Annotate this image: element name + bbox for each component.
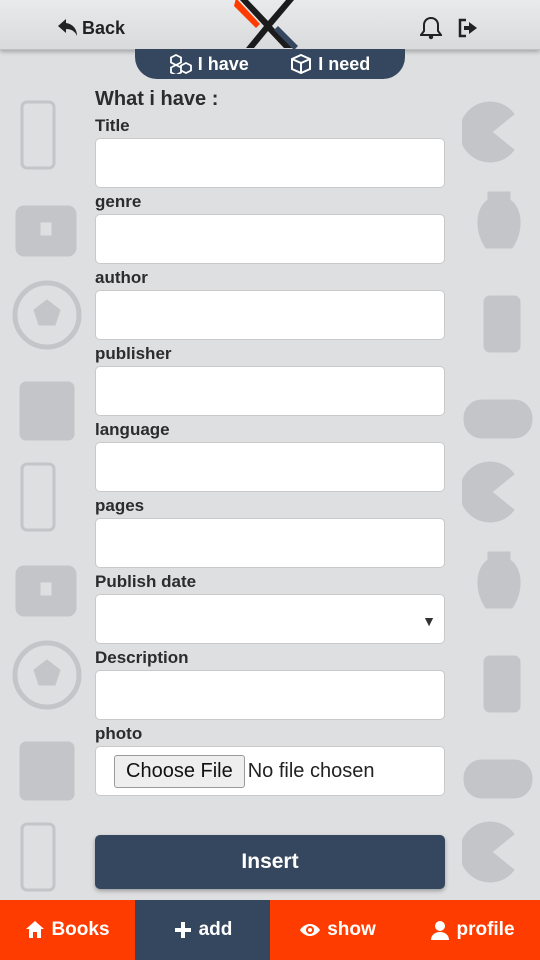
phone-icon bbox=[20, 100, 56, 170]
genre-field[interactable] bbox=[95, 214, 445, 264]
publish-date-label: Publish date bbox=[95, 572, 197, 591]
pacman-icon bbox=[462, 821, 515, 883]
pacman-icon bbox=[462, 101, 515, 163]
phone-icon bbox=[20, 822, 56, 892]
bell-icon[interactable] bbox=[420, 16, 442, 40]
publisher-label: publisher bbox=[95, 344, 172, 363]
genre-input[interactable] bbox=[96, 215, 444, 263]
home-icon bbox=[26, 921, 45, 938]
publisher-field[interactable] bbox=[95, 366, 445, 416]
photo-file-input[interactable]: Choose File No file chosen bbox=[95, 746, 445, 796]
description-input[interactable] bbox=[96, 671, 444, 719]
publisher-input[interactable] bbox=[96, 367, 444, 415]
bottom-nav: Books add show profile bbox=[0, 900, 540, 960]
chest-icon bbox=[15, 565, 77, 617]
author-input[interactable] bbox=[96, 291, 444, 339]
publish-date-select[interactable]: ▼ bbox=[95, 594, 445, 644]
nav-profile-label: profile bbox=[456, 919, 515, 940]
chest-icon bbox=[15, 205, 77, 257]
vase-icon bbox=[477, 551, 521, 609]
language-label: language bbox=[95, 420, 170, 439]
nav-show-label: show bbox=[327, 919, 376, 940]
insert-button[interactable]: Insert bbox=[95, 835, 445, 889]
author-label: author bbox=[95, 268, 148, 287]
description-label: Description bbox=[95, 648, 189, 667]
tab-i-need[interactable]: I need bbox=[290, 54, 370, 75]
tab-i-have-label: I have bbox=[197, 53, 249, 74]
back-button[interactable]: Back bbox=[58, 16, 125, 40]
nav-show[interactable]: show bbox=[270, 900, 405, 960]
genre-label: genre bbox=[95, 192, 142, 211]
pages-input[interactable] bbox=[96, 519, 444, 567]
logo-icon bbox=[234, 0, 298, 50]
have-need-toggle: I have I need bbox=[135, 49, 405, 79]
author-field[interactable] bbox=[95, 290, 445, 340]
tab-i-have[interactable]: I have bbox=[169, 53, 249, 75]
title-label: Title bbox=[95, 116, 130, 135]
plus-icon bbox=[174, 922, 191, 938]
nav-profile[interactable]: profile bbox=[405, 900, 540, 960]
mobile-icon bbox=[483, 655, 521, 713]
back-arrow-icon bbox=[58, 19, 77, 36]
nav-books-label: Books bbox=[51, 919, 110, 940]
nav-books[interactable]: Books bbox=[0, 900, 135, 960]
cube-icon bbox=[291, 54, 312, 74]
description-field[interactable] bbox=[95, 670, 445, 720]
choose-file-button[interactable]: Choose File bbox=[114, 754, 245, 788]
mobile-icon bbox=[483, 295, 521, 353]
back-label: Back bbox=[82, 17, 126, 38]
nav-add[interactable]: add bbox=[135, 900, 270, 960]
gamepad-icon bbox=[463, 399, 533, 439]
file-status: No file chosen bbox=[247, 759, 375, 782]
top-bar: Back bbox=[0, 0, 540, 50]
language-input[interactable] bbox=[96, 443, 444, 491]
form-heading: What i have : bbox=[95, 88, 219, 110]
language-field[interactable] bbox=[95, 442, 445, 492]
cubes-icon bbox=[169, 54, 192, 74]
title-input[interactable] bbox=[96, 139, 444, 187]
book-icon bbox=[19, 381, 75, 441]
phone-icon bbox=[20, 462, 56, 532]
gamepad-icon bbox=[463, 759, 533, 799]
soccer-ball-icon bbox=[12, 640, 82, 710]
logout-icon[interactable] bbox=[457, 17, 479, 39]
item-form: What i have : Title genre author publish… bbox=[95, 88, 445, 798]
pacman-icon bbox=[462, 461, 515, 523]
book-icon bbox=[19, 741, 75, 801]
vase-icon bbox=[477, 191, 521, 249]
nav-add-label: add bbox=[198, 919, 233, 940]
dropdown-arrow-icon: ▼ bbox=[422, 613, 436, 629]
photo-label: photo bbox=[95, 724, 143, 743]
tab-i-need-label: I need bbox=[318, 53, 371, 74]
title-field[interactable] bbox=[95, 138, 445, 188]
soccer-ball-icon bbox=[12, 280, 82, 350]
pages-field[interactable] bbox=[95, 518, 445, 568]
user-icon bbox=[431, 921, 450, 940]
pages-label: pages bbox=[95, 496, 145, 515]
eye-icon bbox=[300, 924, 321, 936]
